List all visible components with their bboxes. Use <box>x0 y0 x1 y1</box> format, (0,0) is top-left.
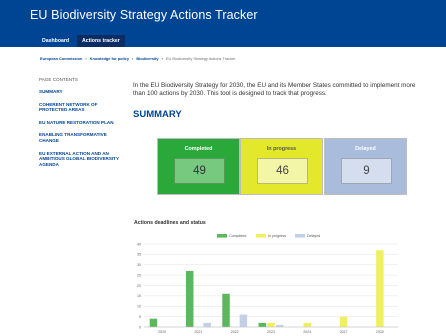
legend-label: Delayed <box>307 234 320 238</box>
chart-grid <box>144 243 398 328</box>
x-tick-label: 2021 <box>194 330 202 334</box>
actions-deadlines-chart: Completed In progress Delayed 0 5 10 15 20 25 30… <box>137 234 398 334</box>
y-tick-label: 40 <box>137 242 141 246</box>
y-tick-label: 25 <box>137 273 141 277</box>
chart-bars <box>149 250 384 327</box>
chart-title: Actions deadlines and status <box>134 220 206 226</box>
delayed-card: Delayed 9 <box>324 138 407 195</box>
breadcrumb-link-biodiversity[interactable]: Biodiversity <box>136 56 158 61</box>
in-progress-card: In progress 46 <box>240 138 323 195</box>
legend-swatch <box>256 234 266 238</box>
chart-legend: Completed In progress Delayed <box>217 234 320 238</box>
delayed-count: 9 <box>341 158 392 184</box>
tab-actions-tracker[interactable]: Actions tracker <box>77 35 125 47</box>
completed-card: Completed 49 <box>157 138 240 195</box>
y-tick-label: 15 <box>137 294 141 298</box>
y-tick-label: 0 <box>139 325 141 329</box>
breadcrumb-current: EU Biodiversity Strategy Actions Tracker <box>165 56 236 61</box>
legend-label: Completed <box>229 234 246 238</box>
sidebar-item-external-action[interactable]: EU EXTERNAL ACTION AND AN AMBITIOUS GLOB… <box>39 151 125 168</box>
y-tick-label: 35 <box>137 253 141 257</box>
sidebar-item-protected-areas[interactable]: COHERENT NETWORK OF PROTECTED AREAS <box>39 102 125 113</box>
breadcrumb-separator-icon: › <box>161 56 163 61</box>
chart-y-axis: 0 5 10 15 20 25 30 35 40 <box>137 242 141 329</box>
page-contents-sidebar: PAGE CONTENTS SUMMARY COHERENT NETWORK O… <box>39 77 125 174</box>
x-tick-label: 2030 <box>376 330 384 334</box>
bar-in-progress <box>267 322 275 327</box>
bar-in-progress <box>339 316 348 327</box>
sidebar-item-transformative-change[interactable]: ENABLING TRANSFORMATIVE CHANGE <box>39 132 125 143</box>
bar-delayed <box>239 314 248 327</box>
legend-swatch <box>217 234 227 238</box>
x-tick-label: 2027 <box>340 330 348 334</box>
tab-dashboard[interactable]: Dashboard <box>37 35 74 47</box>
x-tick-label: 2024 <box>303 330 311 334</box>
chart-x-axis: 2020 2021 2022 2023 2024 2027 2030 <box>144 326 398 334</box>
y-tick-label: 5 <box>139 315 141 319</box>
legend-swatch <box>295 234 305 238</box>
bar-completed <box>185 270 194 327</box>
breadcrumb: European Commission › Knowledge for policy… <box>40 56 236 61</box>
intro-text: In the EU Biodiversity Strategy for 2030… <box>133 82 416 98</box>
completed-label: Completed <box>184 146 213 152</box>
breadcrumb-link-european-commission[interactable]: European Commission <box>40 56 82 61</box>
sidebar-item-nature-restoration[interactable]: EU NATURE RESTORATION PLAN <box>39 120 125 126</box>
page-contents-heading: PAGE CONTENTS <box>39 77 78 82</box>
y-tick-label: 10 <box>137 305 141 309</box>
in-progress-label: In progress <box>266 146 297 152</box>
sidebar-item-summary[interactable]: SUMMARY <box>39 89 125 95</box>
x-tick-label: 2020 <box>158 330 166 334</box>
bar-completed <box>258 322 267 327</box>
y-tick-label: 30 <box>137 263 141 267</box>
bar-completed <box>222 293 230 327</box>
breadcrumb-link-knowledge-for-policy[interactable]: Knowledge for policy <box>90 56 129 61</box>
legend-label: In progress <box>268 234 286 238</box>
breadcrumb-separator-icon: › <box>85 56 87 61</box>
site-header: EU Biodiversity Strategy Actions Tracker… <box>0 0 446 47</box>
delayed-label: Delayed <box>355 146 376 152</box>
x-tick-label: 2023 <box>267 330 275 334</box>
x-tick-label: 2022 <box>231 330 239 334</box>
bar-in-progress <box>376 250 384 327</box>
bar-in-progress <box>303 322 312 327</box>
bar-completed <box>149 318 158 327</box>
summary-title: SUMMARY <box>133 109 182 120</box>
completed-count: 49 <box>174 158 225 184</box>
breadcrumb-separator-icon: › <box>132 56 134 61</box>
in-progress-count: 46 <box>257 158 308 184</box>
app-title: EU Biodiversity Strategy Actions Tracker <box>30 8 258 22</box>
y-tick-label: 20 <box>137 284 141 288</box>
bar-delayed <box>203 322 211 327</box>
bar-delayed <box>275 324 284 327</box>
